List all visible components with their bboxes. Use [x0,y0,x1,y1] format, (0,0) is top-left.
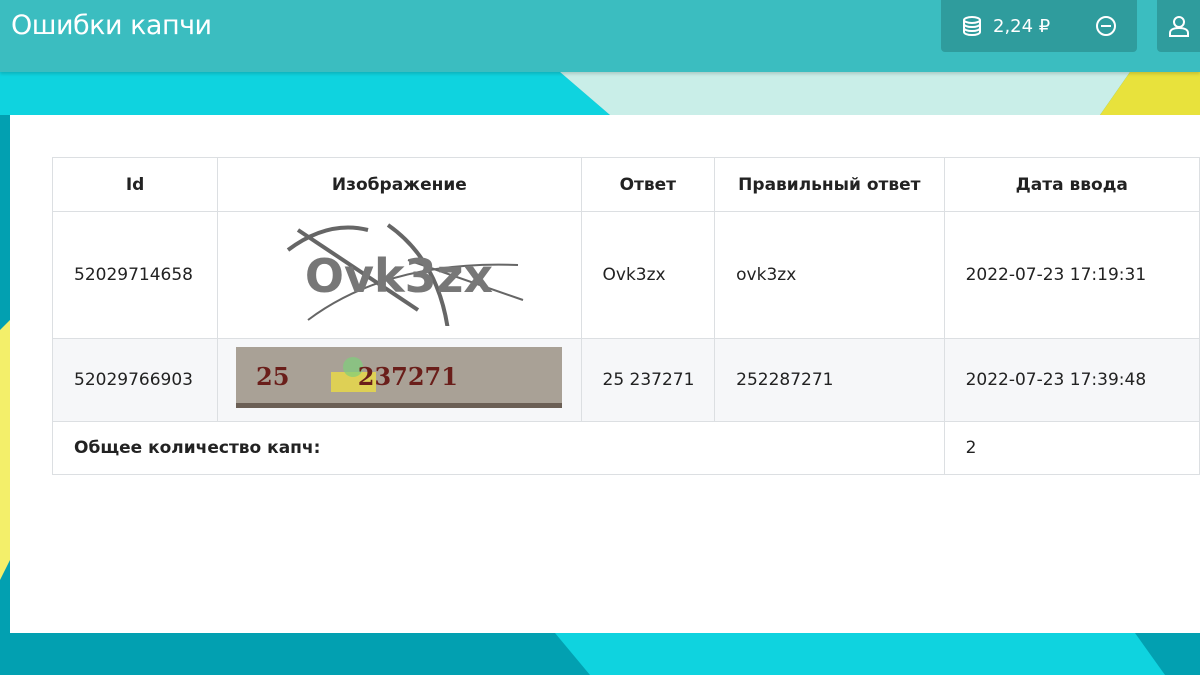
user-icon [1169,16,1189,37]
column-header-id: Id [51,157,219,212]
minus-circle-icon[interactable] [1095,15,1117,37]
captcha-image-text: Ovk3zx [305,249,493,303]
cell-id: 52029714658 [51,211,219,339]
table-header-row: Id Изображение Ответ Правильный ответ Да… [51,157,1200,212]
captcha-image: 25 237271 [236,347,563,408]
total-value: 2 [943,421,1200,475]
table-row: 52029766903 25 237271 25 237271 25228727… [51,338,1200,422]
cell-image: Ovk3zx [217,211,582,339]
page-title: Ошибки капчи [11,10,212,41]
cell-correct-answer: 252287271 [714,338,945,422]
column-header-answer: Ответ [580,157,716,212]
column-header-image: Изображение [217,157,582,212]
total-label: Общее количество капч: [52,421,945,475]
captcha-errors-table: Id Изображение Ответ Правильный ответ Да… [51,157,1200,475]
cell-correct-answer: ovk3zx [714,211,945,339]
balance-widget[interactable]: 2,24 ₽ [941,0,1137,52]
table-total-row: Общее количество капч: 2 [52,421,1200,475]
coins-icon [963,16,981,37]
column-header-date: Дата ввода [943,157,1200,212]
column-header-correct-answer: Правильный ответ [714,157,945,212]
captcha-image-text: 25 237271 [256,362,458,391]
cell-date: 2022-07-23 17:19:31 [943,211,1200,339]
user-menu-button[interactable] [1157,0,1200,52]
captcha-image: Ovk3zx [268,219,531,330]
cell-id: 52029766903 [51,338,219,422]
top-header: Ошибки капчи 2,24 ₽ [0,0,1200,72]
content-card: Id Изображение Ответ Правильный ответ Да… [10,115,1200,633]
cell-answer: 25 237271 [580,338,716,422]
cell-date: 2022-07-23 17:39:48 [943,338,1200,422]
balance-amount: 2,24 ₽ [993,15,1051,37]
table-row: 52029714658 Ovk3zx Ovk3zx ovk3zx 2022-07… [51,211,1200,339]
cell-image: 25 237271 [217,338,582,422]
cell-answer: Ovk3zx [580,211,716,339]
